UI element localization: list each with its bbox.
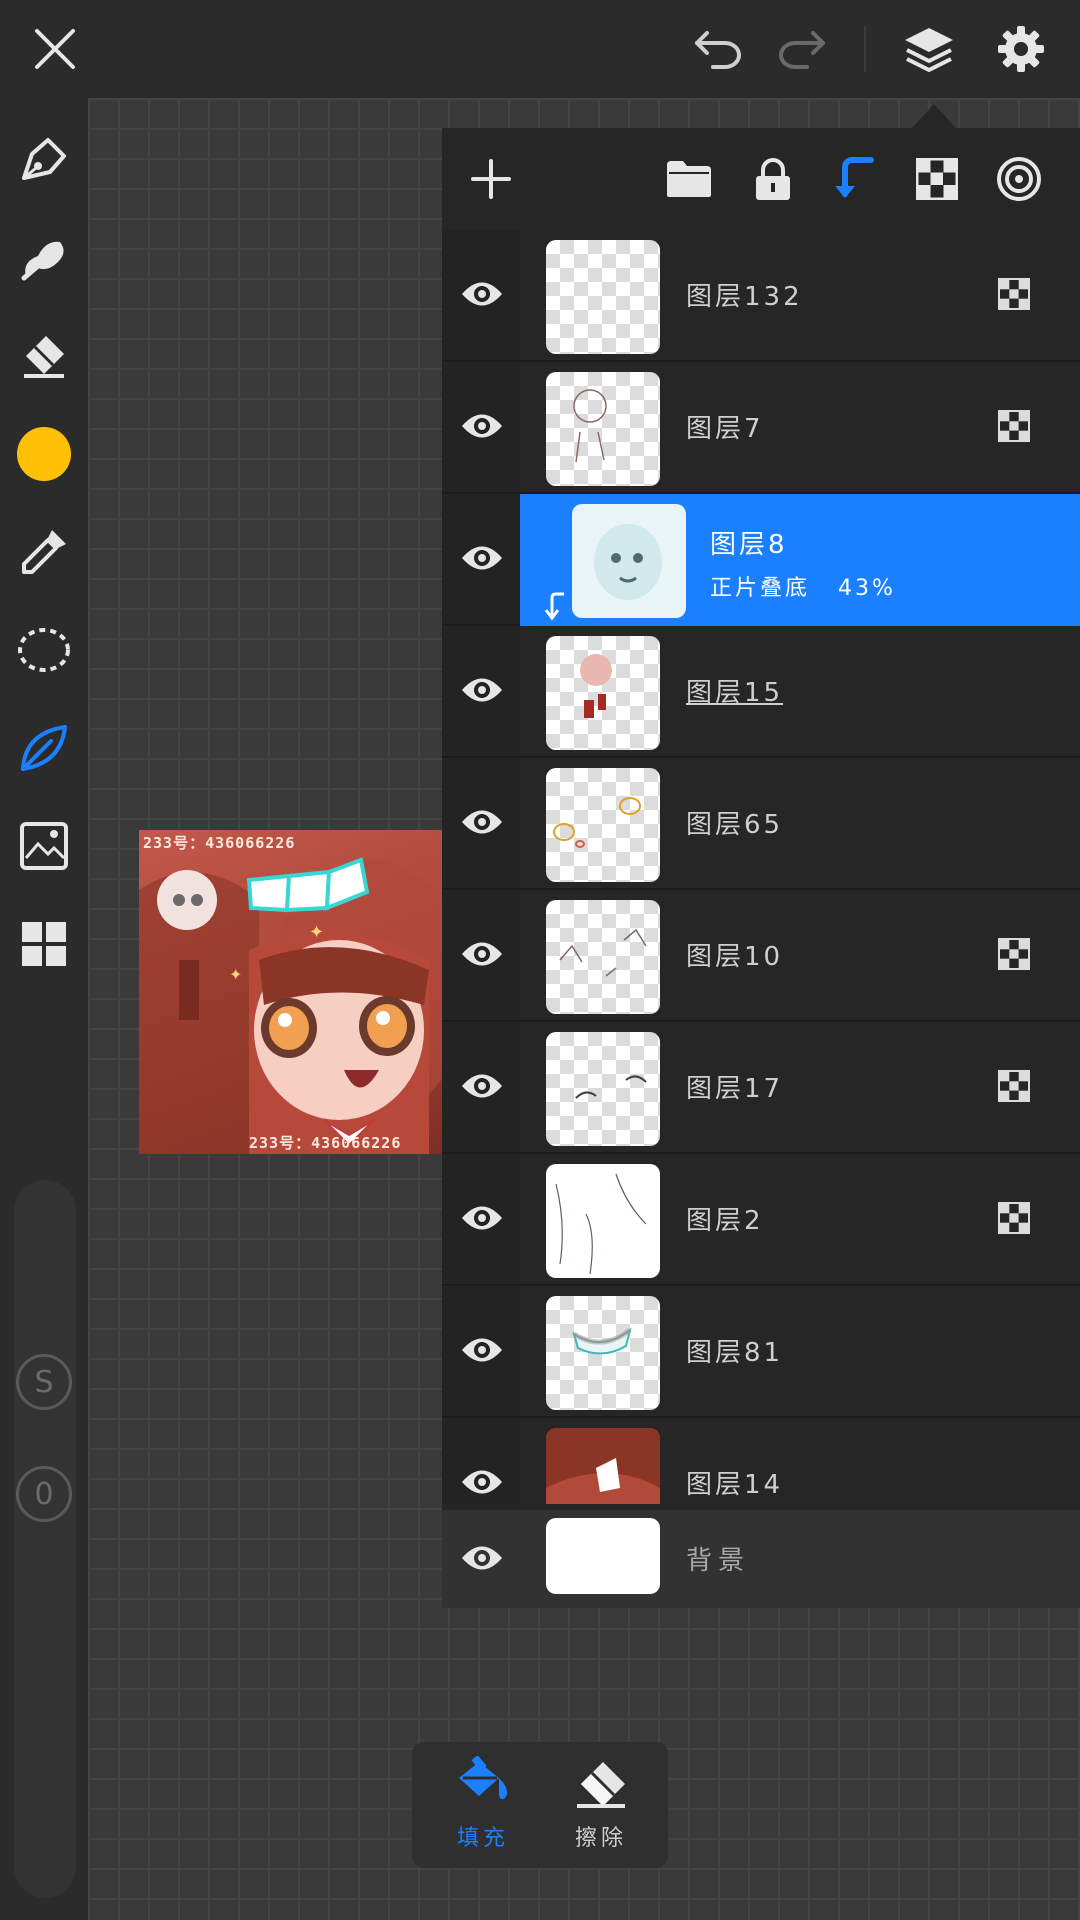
paint-bucket-icon bbox=[459, 1756, 507, 1800]
layer-name: 图层7 bbox=[686, 414, 764, 444]
lasso-icon[interactable] bbox=[4, 610, 84, 690]
visibility-eye-icon[interactable] bbox=[458, 1534, 506, 1582]
visibility-eye-icon[interactable] bbox=[458, 534, 506, 582]
layer-list[interactable]: 图层132 图层7 图层8 正片叠底 43% 图层15 图层65 图层10 图层… bbox=[442, 230, 1080, 1504]
layer-name: 图层132 bbox=[686, 282, 803, 312]
layer-thumbnail bbox=[546, 240, 660, 354]
top-bar bbox=[0, 0, 1080, 98]
layer-thumbnail bbox=[546, 1428, 660, 1504]
background-layer-row[interactable]: 背景 bbox=[442, 1510, 1080, 1608]
layer-row[interactable]: 图层14 bbox=[442, 1418, 1080, 1504]
eyedropper-icon[interactable] bbox=[4, 512, 84, 592]
artwork-preview: ✦ ✦ 233号：436066226 233号：436066226 bbox=[139, 830, 442, 1154]
current-color bbox=[17, 427, 71, 481]
redo-icon[interactable] bbox=[766, 14, 836, 84]
brush-slider-track[interactable] bbox=[14, 1180, 76, 1898]
layer-row[interactable]: 图层65 bbox=[442, 758, 1080, 890]
layer-thumbnail bbox=[546, 1032, 660, 1146]
fill-button[interactable]: 填充 bbox=[428, 1756, 538, 1856]
visibility-eye-icon[interactable] bbox=[458, 1458, 506, 1504]
artwork-watermark-bottom: 233号：436066226 bbox=[249, 1134, 402, 1152]
layer-thumbnail bbox=[546, 636, 660, 750]
visibility-eye-icon[interactable] bbox=[458, 270, 506, 318]
background-thumbnail bbox=[546, 1518, 660, 1594]
eraser-icon bbox=[577, 1762, 625, 1808]
layer-thumbnail bbox=[572, 504, 686, 618]
layer-blend-info: 正片叠底 43% bbox=[710, 570, 896, 602]
layer-thumbnail bbox=[546, 372, 660, 486]
folder-icon[interactable] bbox=[654, 144, 724, 214]
add-layer-icon[interactable] bbox=[456, 144, 526, 214]
background-layer-name: 背景 bbox=[686, 1546, 751, 1576]
layer-row[interactable]: 图层17 bbox=[442, 1022, 1080, 1154]
layer-thumbnail bbox=[546, 1296, 660, 1410]
left-toolbar: S 0 bbox=[0, 98, 88, 1920]
visibility-eye-icon[interactable] bbox=[458, 798, 506, 846]
settings-icon[interactable] bbox=[986, 14, 1056, 84]
visibility-eye-icon[interactable] bbox=[458, 930, 506, 978]
size-slider-knob[interactable]: S bbox=[16, 1354, 72, 1410]
divider bbox=[864, 26, 866, 72]
layer-name: 图层15 bbox=[686, 678, 784, 708]
opacity-slider-knob[interactable]: 0 bbox=[16, 1466, 72, 1522]
layer-name: 图层10 bbox=[686, 942, 784, 972]
image-import-icon[interactable] bbox=[4, 806, 84, 886]
visibility-eye-icon[interactable] bbox=[458, 666, 506, 714]
visibility-eye-icon[interactable] bbox=[458, 1194, 506, 1242]
artwork-watermark-top: 233号：436066226 bbox=[143, 834, 296, 852]
visibility-eye-icon[interactable] bbox=[458, 1062, 506, 1110]
fill-erase-popup: 填充 擦除 bbox=[412, 1742, 668, 1868]
layer-name: 图层81 bbox=[686, 1338, 784, 1368]
lock-icon[interactable] bbox=[738, 144, 808, 214]
layer-row[interactable]: 图层81 bbox=[442, 1286, 1080, 1418]
svg-text:✦: ✦ bbox=[309, 922, 324, 943]
clip-icon[interactable] bbox=[820, 144, 890, 214]
layers-panel: 图层132 图层7 图层8 正片叠底 43% 图层15 图层65 图层10 图层… bbox=[442, 128, 1080, 1608]
close-icon[interactable] bbox=[20, 14, 90, 84]
color-swatch[interactable] bbox=[4, 414, 84, 494]
layer-row[interactable]: 图层7 bbox=[442, 362, 1080, 494]
clipping-arrow-icon bbox=[544, 592, 564, 621]
layer-thumbnail bbox=[546, 900, 660, 1014]
layer-name: 图层65 bbox=[686, 810, 784, 840]
layer-row-selected[interactable]: 图层8 正片叠底 43% bbox=[442, 494, 1080, 626]
layer-row[interactable]: 图层132 bbox=[442, 230, 1080, 362]
leaf-brush-icon[interactable] bbox=[4, 708, 84, 788]
visibility-eye-icon[interactable] bbox=[458, 402, 506, 450]
layer-row[interactable]: 图层15 bbox=[442, 626, 1080, 758]
panel-pointer bbox=[912, 104, 956, 128]
gallery-grid-icon[interactable] bbox=[4, 904, 84, 984]
erase-label: 擦除 bbox=[574, 1826, 627, 1851]
layer-thumbnail bbox=[546, 768, 660, 882]
layer-row[interactable]: 图层10 bbox=[442, 890, 1080, 1022]
layer-name: 图层8 bbox=[710, 530, 788, 560]
layers-icon[interactable] bbox=[894, 14, 964, 84]
smudge-icon[interactable] bbox=[4, 218, 84, 298]
layers-panel-header bbox=[442, 128, 1080, 230]
layer-name: 图层2 bbox=[686, 1206, 764, 1236]
svg-text:✦: ✦ bbox=[229, 965, 242, 984]
erase-button[interactable]: 擦除 bbox=[546, 1756, 656, 1856]
layer-opacity: 43% bbox=[838, 576, 896, 601]
reference-icon[interactable] bbox=[984, 144, 1054, 214]
layer-row[interactable]: 图层2 bbox=[442, 1154, 1080, 1286]
alpha-lock-badge-icon bbox=[998, 938, 1030, 970]
alpha-lock-badge-icon bbox=[998, 1202, 1030, 1234]
alpha-lock-badge-icon bbox=[998, 278, 1030, 310]
alpha-lock-icon[interactable] bbox=[902, 144, 972, 214]
eraser-icon[interactable] bbox=[4, 316, 84, 396]
visibility-eye-icon[interactable] bbox=[458, 1326, 506, 1374]
fill-label: 填充 bbox=[456, 1826, 509, 1851]
layer-thumbnail bbox=[546, 1164, 660, 1278]
undo-icon[interactable] bbox=[684, 14, 754, 84]
layer-name: 图层17 bbox=[686, 1074, 784, 1104]
alpha-lock-badge-icon bbox=[998, 1070, 1030, 1102]
layer-name: 图层14 bbox=[686, 1470, 784, 1500]
blend-mode: 正片叠底 bbox=[710, 576, 811, 601]
alpha-lock-badge-icon bbox=[998, 410, 1030, 442]
pen-icon[interactable] bbox=[4, 120, 84, 200]
